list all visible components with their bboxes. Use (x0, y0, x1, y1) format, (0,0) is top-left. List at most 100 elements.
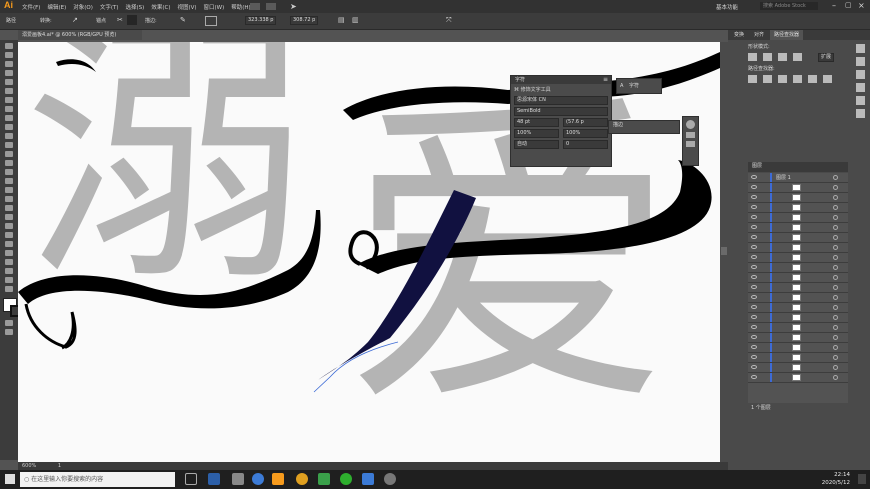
draw-mode-icon[interactable] (5, 320, 13, 326)
layer-row[interactable] (748, 183, 848, 193)
menu-edit[interactable]: 编辑(E) (47, 3, 66, 11)
browser-icon[interactable] (252, 473, 264, 485)
layer-row[interactable] (748, 263, 848, 273)
eraser-icon[interactable] (5, 142, 13, 148)
shape-icon[interactable] (205, 16, 217, 26)
task-view-icon[interactable] (185, 473, 197, 485)
taskbar-search-input[interactable]: ○ 在这里输入你要搜索的内容 (20, 472, 175, 487)
swash-right[interactable] (358, 160, 712, 274)
font-style-select[interactable]: SemiBold (514, 107, 608, 116)
layer-row[interactable] (748, 253, 848, 263)
menu-type[interactable]: 文字(T) (100, 3, 119, 11)
horizontal-scale-field[interactable]: 100% (563, 129, 608, 138)
app-icon[interactable] (318, 473, 330, 485)
artboard-canvas[interactable]: 溺 爱 (18, 42, 720, 462)
eye-icon[interactable] (751, 345, 757, 349)
leading-field[interactable]: (57.6 p (563, 118, 608, 127)
eye-icon[interactable] (751, 325, 757, 329)
screen-mode-icon[interactable] (5, 329, 13, 335)
appearance-panel-icon[interactable] (856, 96, 865, 105)
shape-builder-icon[interactable] (5, 187, 13, 193)
eye-icon[interactable] (751, 275, 757, 279)
layer-row[interactable] (748, 273, 848, 283)
zoom-level[interactable]: 600% (22, 463, 36, 469)
mesh-icon[interactable] (5, 205, 13, 211)
rectangle-tool-icon[interactable] (5, 115, 13, 121)
target-icon[interactable] (833, 365, 838, 370)
swatches-panel-icon[interactable] (856, 57, 865, 66)
scroll-thumb[interactable] (721, 247, 727, 255)
touch-type-tool[interactable]: ⌘ 修饰文字工具 (511, 84, 611, 95)
layer-name[interactable]: 图层 1 (776, 174, 791, 181)
file-explorer-icon[interactable] (232, 473, 244, 485)
intersect-icon[interactable] (778, 53, 787, 61)
artboard-number[interactable]: 1 (58, 463, 61, 469)
eye-icon[interactable] (751, 235, 757, 239)
minimize-icon[interactable]: – (832, 1, 836, 10)
target-icon[interactable] (833, 275, 838, 280)
bridge-icon[interactable] (250, 3, 260, 10)
menu-view[interactable]: 视图(V) (177, 3, 196, 11)
vertical-scrollbar[interactable] (720, 42, 728, 462)
eye-icon[interactable] (751, 185, 757, 189)
eye-icon[interactable] (751, 295, 757, 299)
zoom-icon[interactable] (5, 286, 13, 292)
target-icon[interactable] (833, 225, 838, 230)
target-icon[interactable] (833, 185, 838, 190)
hand-icon[interactable] (5, 277, 13, 283)
target-icon[interactable] (833, 245, 838, 250)
eye-icon[interactable] (751, 265, 757, 269)
layer-row[interactable] (748, 213, 848, 223)
layer-row[interactable] (748, 283, 848, 293)
layer-row[interactable] (748, 313, 848, 323)
kerning-field[interactable]: 自动 (514, 140, 559, 149)
layer-row[interactable] (748, 353, 848, 363)
expand-button[interactable]: 扩展 (818, 53, 835, 62)
swash-top-left[interactable] (56, 59, 96, 72)
merge-icon[interactable] (778, 75, 787, 83)
tab-layers[interactable]: 图层 (748, 162, 766, 170)
eye-icon[interactable] (751, 195, 757, 199)
stock-icon[interactable] (266, 3, 276, 10)
minus-front-icon[interactable] (763, 53, 772, 61)
tab-align[interactable]: 对齐 (750, 30, 768, 40)
align-center-icon[interactable]: ▥ (352, 16, 359, 24)
maximize-icon[interactable]: ▢ (845, 1, 852, 9)
eye-icon[interactable] (751, 315, 757, 319)
scale-icon[interactable] (5, 160, 13, 166)
crop-icon[interactable] (793, 75, 802, 83)
eye-icon[interactable] (751, 215, 757, 219)
chrome-icon[interactable] (296, 473, 308, 485)
taskbar-date[interactable]: 2020/5/12 (810, 480, 850, 486)
symbols-panel-icon[interactable] (856, 83, 865, 92)
target-icon[interactable] (833, 315, 838, 320)
target-icon[interactable] (833, 335, 838, 340)
eyedropper-icon[interactable] (5, 223, 13, 229)
font-size-field[interactable]: 48 pt (514, 118, 559, 127)
eye-icon[interactable] (751, 205, 757, 209)
layer-row[interactable] (748, 333, 848, 343)
target-icon[interactable] (833, 295, 838, 300)
eye-icon[interactable] (751, 365, 757, 369)
brushes-panel-icon[interactable] (856, 70, 865, 79)
document-tab[interactable]: 溺爱画板4.ai* @ 600% (RGB/GPU 预览) (18, 30, 142, 40)
font-family-select[interactable]: 思源宋体 CN (514, 96, 608, 105)
type-tool-icon[interactable] (5, 97, 13, 103)
exclude-icon[interactable] (793, 53, 802, 61)
eye-icon[interactable] (751, 245, 757, 249)
taskbar-time[interactable]: 22:14 (810, 472, 850, 478)
curvature-icon[interactable] (5, 88, 13, 94)
layers-panel-icon[interactable] (856, 109, 865, 118)
menu-file[interactable]: 文件(F) (22, 3, 40, 11)
artboard-icon[interactable] (5, 259, 13, 265)
character-panel-chip[interactable]: A 字符 (616, 78, 662, 94)
target-icon[interactable] (833, 255, 838, 260)
workspace-switcher[interactable]: 基本功能 (716, 3, 738, 11)
notification-icon[interactable] (858, 474, 866, 484)
target-icon[interactable] (833, 345, 838, 350)
pen-icon[interactable]: ✎ (180, 16, 186, 24)
selection-path[interactable] (313, 341, 399, 393)
perspective-icon[interactable] (5, 196, 13, 202)
slice-icon[interactable] (5, 268, 13, 274)
unite-icon[interactable] (748, 53, 757, 61)
